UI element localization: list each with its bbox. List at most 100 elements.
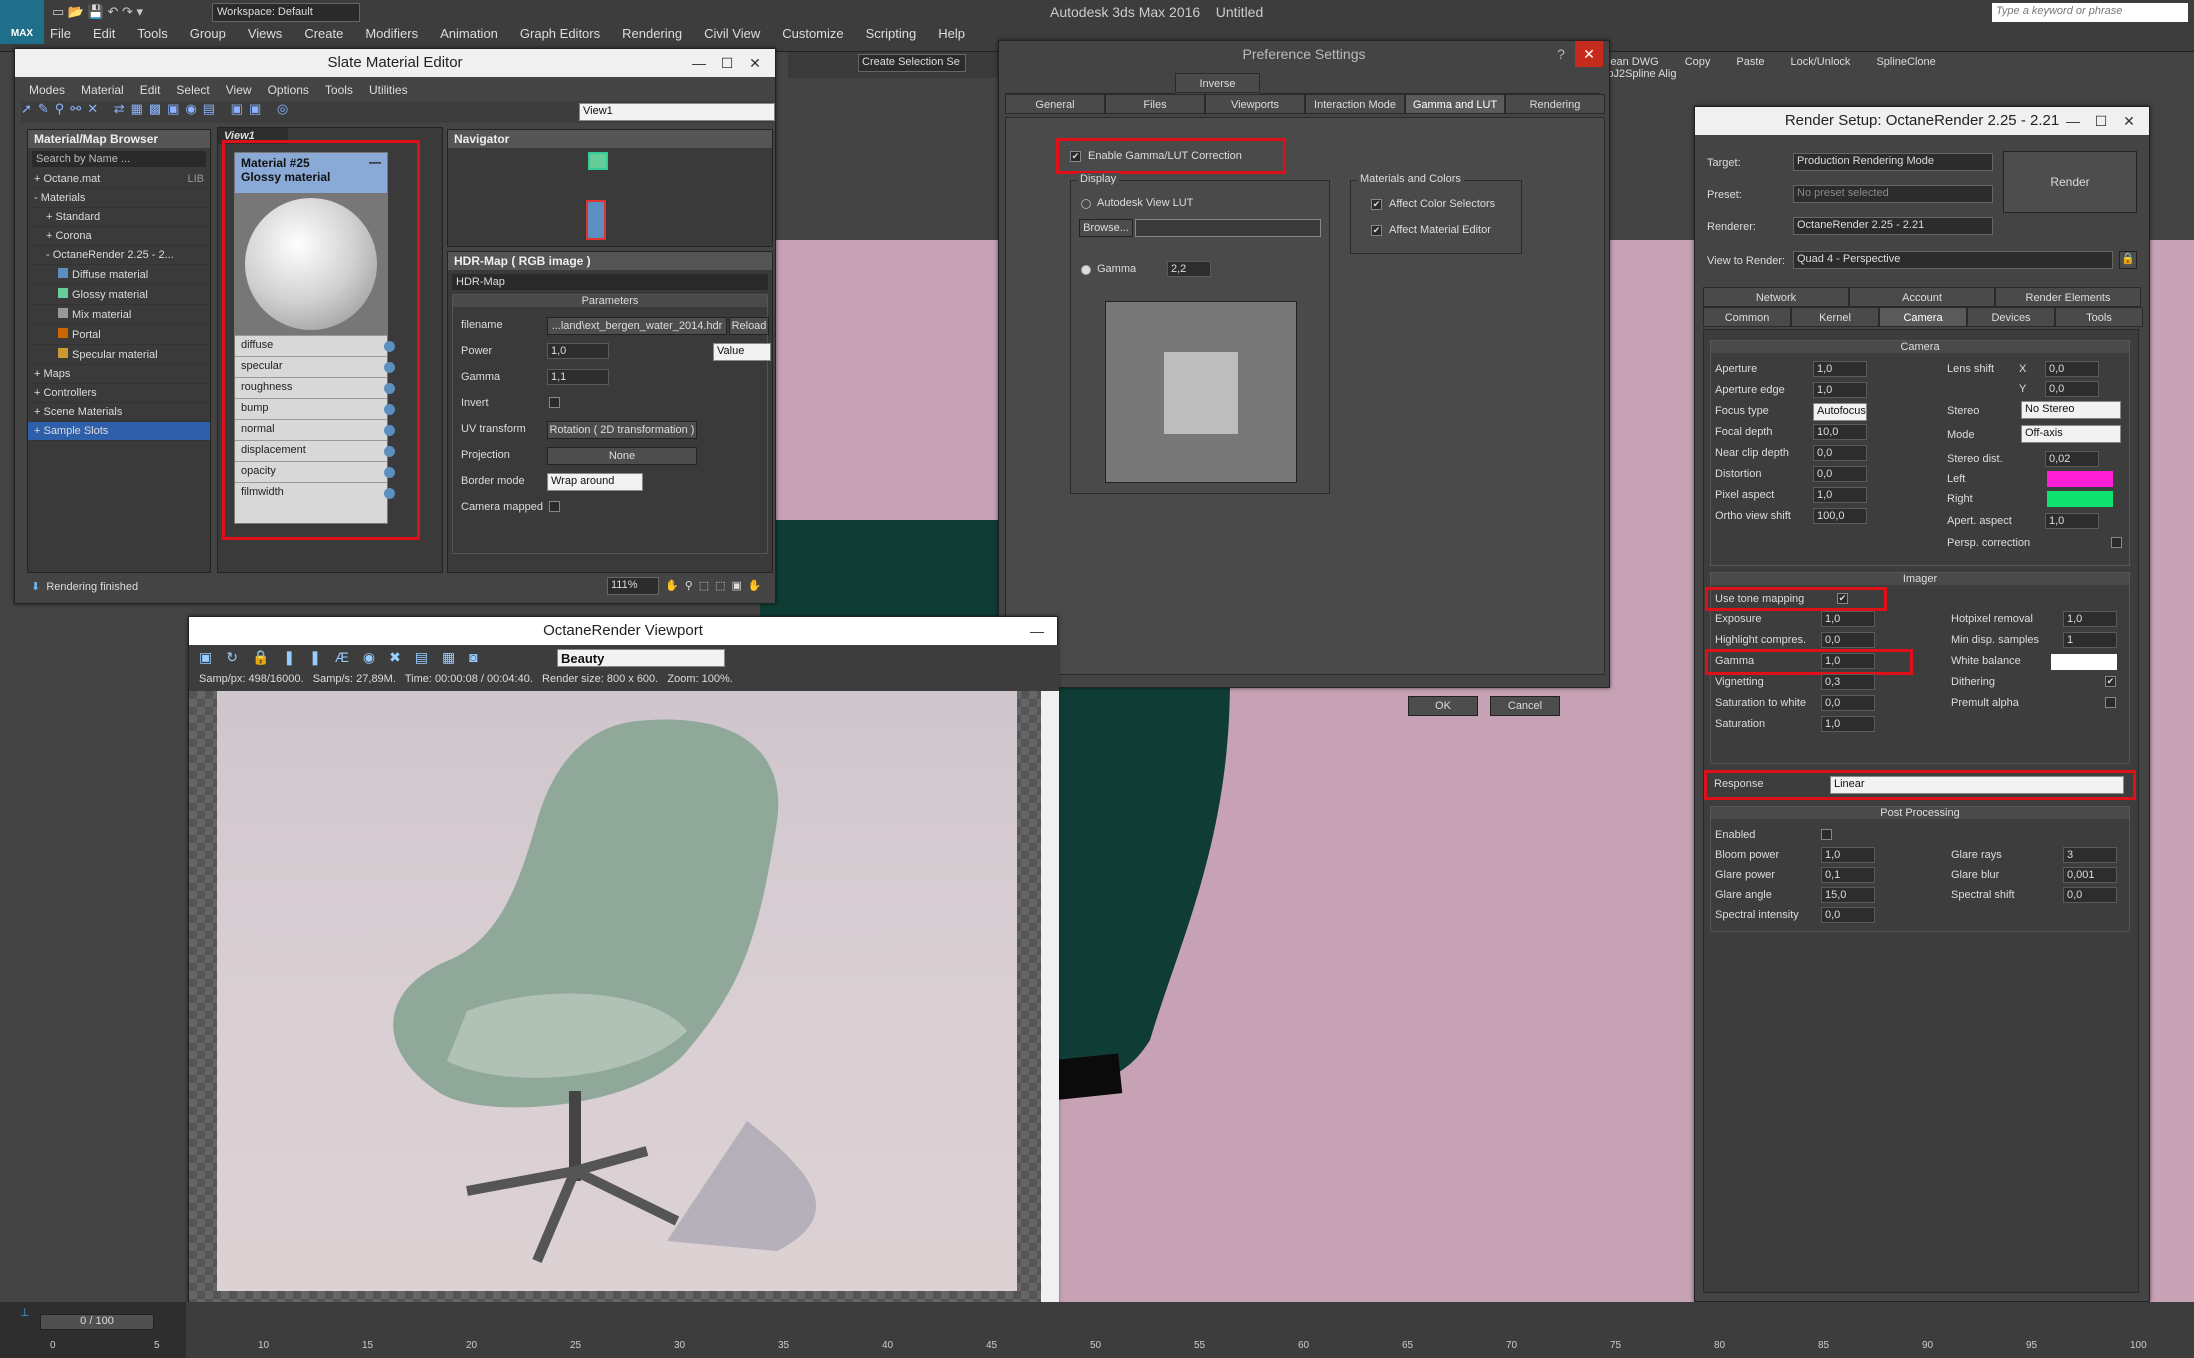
param-value[interactable]: 1,0: [2063, 611, 2117, 627]
tab-network[interactable]: Network: [1703, 287, 1849, 307]
camera-mapped-checkbox[interactable]: [549, 501, 560, 512]
tab-devices[interactable]: Devices: [1967, 307, 2055, 327]
tree-item[interactable]: Specular material: [28, 345, 210, 365]
tree-item[interactable]: Mix material: [28, 305, 210, 325]
toolbar-icons[interactable]: ➚✎⚲⚯✕ ⇄▦▩▣◉▤ ▣▣ ◎: [21, 101, 294, 116]
search-input[interactable]: Type a keyword or phrase: [1992, 3, 2188, 22]
stereo-dist-spinner[interactable]: 0,02: [2045, 451, 2099, 467]
white-balance-swatch[interactable]: [2051, 654, 2117, 670]
slot-bump[interactable]: bump: [235, 398, 395, 419]
pan-zoom-icons[interactable]: ✋⚲⬚⬚▣✋: [665, 579, 768, 592]
parameters-header[interactable]: Parameters: [453, 295, 767, 307]
gamma-radio[interactable]: [1081, 265, 1091, 275]
camera-header[interactable]: Camera: [1711, 341, 2129, 353]
node-header[interactable]: Material #25 Glossy material —: [235, 153, 387, 193]
menu-item-edit[interactable]: Edit: [93, 26, 115, 41]
gamma-value-spinner[interactable]: 2,2: [1167, 261, 1211, 277]
navigator-frame[interactable]: [586, 200, 606, 240]
tree-item[interactable]: + Scene Materials: [28, 403, 210, 422]
tree-item[interactable]: + Corona: [28, 227, 210, 246]
ribbon-command[interactable]: XbJ2Spline Alig: [1600, 68, 1676, 80]
affect-mat-checkbox[interactable]: ✔: [1371, 225, 1382, 236]
octane-toolbar-icons[interactable]: ▣↻🔒❚❚Æ◉✖▤▦◙: [199, 649, 492, 666]
param-value[interactable]: 0,001: [2063, 867, 2117, 883]
param-value[interactable]: 10,0: [1813, 424, 1867, 440]
workspace-dropdown[interactable]: Workspace: Default: [212, 3, 360, 22]
param-value[interactable]: 0,0: [1821, 695, 1875, 711]
close-icon[interactable]: ✕: [741, 49, 769, 77]
renderer-dropdown[interactable]: OctaneRender 2.25 - 2.21: [1793, 217, 1993, 235]
border-mode-dropdown[interactable]: Wrap around: [547, 473, 643, 491]
param-value[interactable]: 1,0: [1813, 487, 1867, 503]
view-to-render-dropdown[interactable]: Quad 4 - Perspective: [1793, 251, 2113, 269]
tree-item[interactable]: + Standard: [28, 208, 210, 227]
time-slider[interactable]: 0 / 100: [40, 1314, 154, 1330]
reload-button[interactable]: Reload: [729, 317, 769, 335]
preset-dropdown[interactable]: No preset selected: [1793, 185, 1993, 203]
slate-menu-item[interactable]: Options: [268, 83, 309, 97]
render-button[interactable]: Render: [2003, 151, 2137, 213]
slot-normal[interactable]: normal: [235, 419, 395, 440]
param-value[interactable]: 0,0: [1813, 445, 1867, 461]
tree-item[interactable]: + Sample Slots: [28, 422, 210, 441]
param-checkbox[interactable]: [2105, 697, 2116, 708]
lut-path-field[interactable]: [1135, 219, 1321, 237]
lens-y-spinner[interactable]: 0,0: [2045, 381, 2099, 397]
render-canvas[interactable]: [189, 691, 1041, 1309]
app-logo[interactable]: MAX: [0, 0, 44, 44]
apert-aspect-spinner[interactable]: 1,0: [2045, 513, 2099, 529]
lens-x-spinner[interactable]: 0,0: [2045, 361, 2099, 377]
slate-menu-item[interactable]: Select: [176, 83, 209, 97]
response-dropdown[interactable]: Linear: [1830, 776, 2124, 794]
tree-item[interactable]: + Maps: [28, 365, 210, 384]
param-checkbox[interactable]: ✔: [2105, 676, 2116, 687]
tab-viewports[interactable]: Viewports: [1205, 94, 1305, 114]
param-value[interactable]: 0,0: [2063, 887, 2117, 903]
slate-menu-item[interactable]: Utilities: [369, 83, 408, 97]
tab-files[interactable]: Files: [1105, 94, 1205, 114]
hdr-name[interactable]: HDR-Map: [452, 274, 768, 290]
param-value[interactable]: 1,0: [1821, 847, 1875, 863]
param-value[interactable]: 15,0: [1821, 887, 1875, 903]
target-dropdown[interactable]: Production Rendering Mode: [1793, 153, 1993, 171]
param-value[interactable]: 1,0: [1813, 361, 1867, 377]
param-value[interactable]: 100,0: [1813, 508, 1867, 524]
use-tone-mapping-checkbox[interactable]: ✔: [1837, 593, 1848, 604]
slot-specular[interactable]: specular: [235, 356, 395, 377]
slate-menu-item[interactable]: Edit: [140, 83, 161, 97]
tree-item[interactable]: + Controllers: [28, 384, 210, 403]
param-value[interactable]: 0,1: [1821, 867, 1875, 883]
vertical-scrollbar[interactable]: [1041, 691, 1059, 1309]
tab-render-elements[interactable]: Render Elements: [1995, 287, 2141, 307]
param-value[interactable]: 1,0: [1813, 382, 1867, 398]
invert-checkbox[interactable]: [549, 397, 560, 408]
param-value[interactable]: 0,0: [1813, 466, 1867, 482]
tab-account[interactable]: Account: [1849, 287, 1995, 307]
ok-button[interactable]: OK: [1408, 696, 1478, 716]
slate-menu-item[interactable]: Tools: [325, 83, 353, 97]
slate-menu-item[interactable]: View: [226, 83, 252, 97]
gamma-spinner[interactable]: 1,1: [547, 369, 609, 385]
minimize-icon[interactable]: —: [685, 49, 713, 77]
ribbon-command[interactable]: Paste: [1736, 56, 1764, 68]
slot-displacement[interactable]: displacement: [235, 440, 395, 461]
param-value[interactable]: 0,3: [1821, 674, 1875, 690]
param-value[interactable]: 3: [2063, 847, 2117, 863]
menu-item-graph-editors[interactable]: Graph Editors: [520, 26, 600, 41]
lock-icon[interactable]: 🔒: [2119, 251, 2137, 269]
menu-item-group[interactable]: Group: [190, 26, 226, 41]
left-eye-swatch[interactable]: [2047, 471, 2113, 487]
param-value[interactable]: 1,0: [1821, 653, 1875, 669]
timeline-ruler[interactable]: 0 5 10 15 20 25 30 35 40 45 50 55 60 65 70 75 80 85 90 95 10…: [50, 1338, 2190, 1358]
browse-button[interactable]: Browse...: [1079, 219, 1133, 237]
tab-general[interactable]: General: [1005, 94, 1105, 114]
close-icon[interactable]: ✕: [2115, 107, 2143, 135]
view-dropdown[interactable]: View1: [579, 103, 775, 121]
mode-dropdown[interactable]: Off-axis: [2021, 425, 2121, 443]
menu-item-create[interactable]: Create: [304, 26, 343, 41]
menu-item-modifiers[interactable]: Modifiers: [365, 26, 418, 41]
menu-item-help[interactable]: Help: [938, 26, 965, 41]
slot-roughness[interactable]: roughness: [235, 377, 395, 398]
tree-item[interactable]: Portal: [28, 325, 210, 345]
tab-inverse-kinematics[interactable]: Inverse Kinematics: [1175, 73, 1260, 110]
